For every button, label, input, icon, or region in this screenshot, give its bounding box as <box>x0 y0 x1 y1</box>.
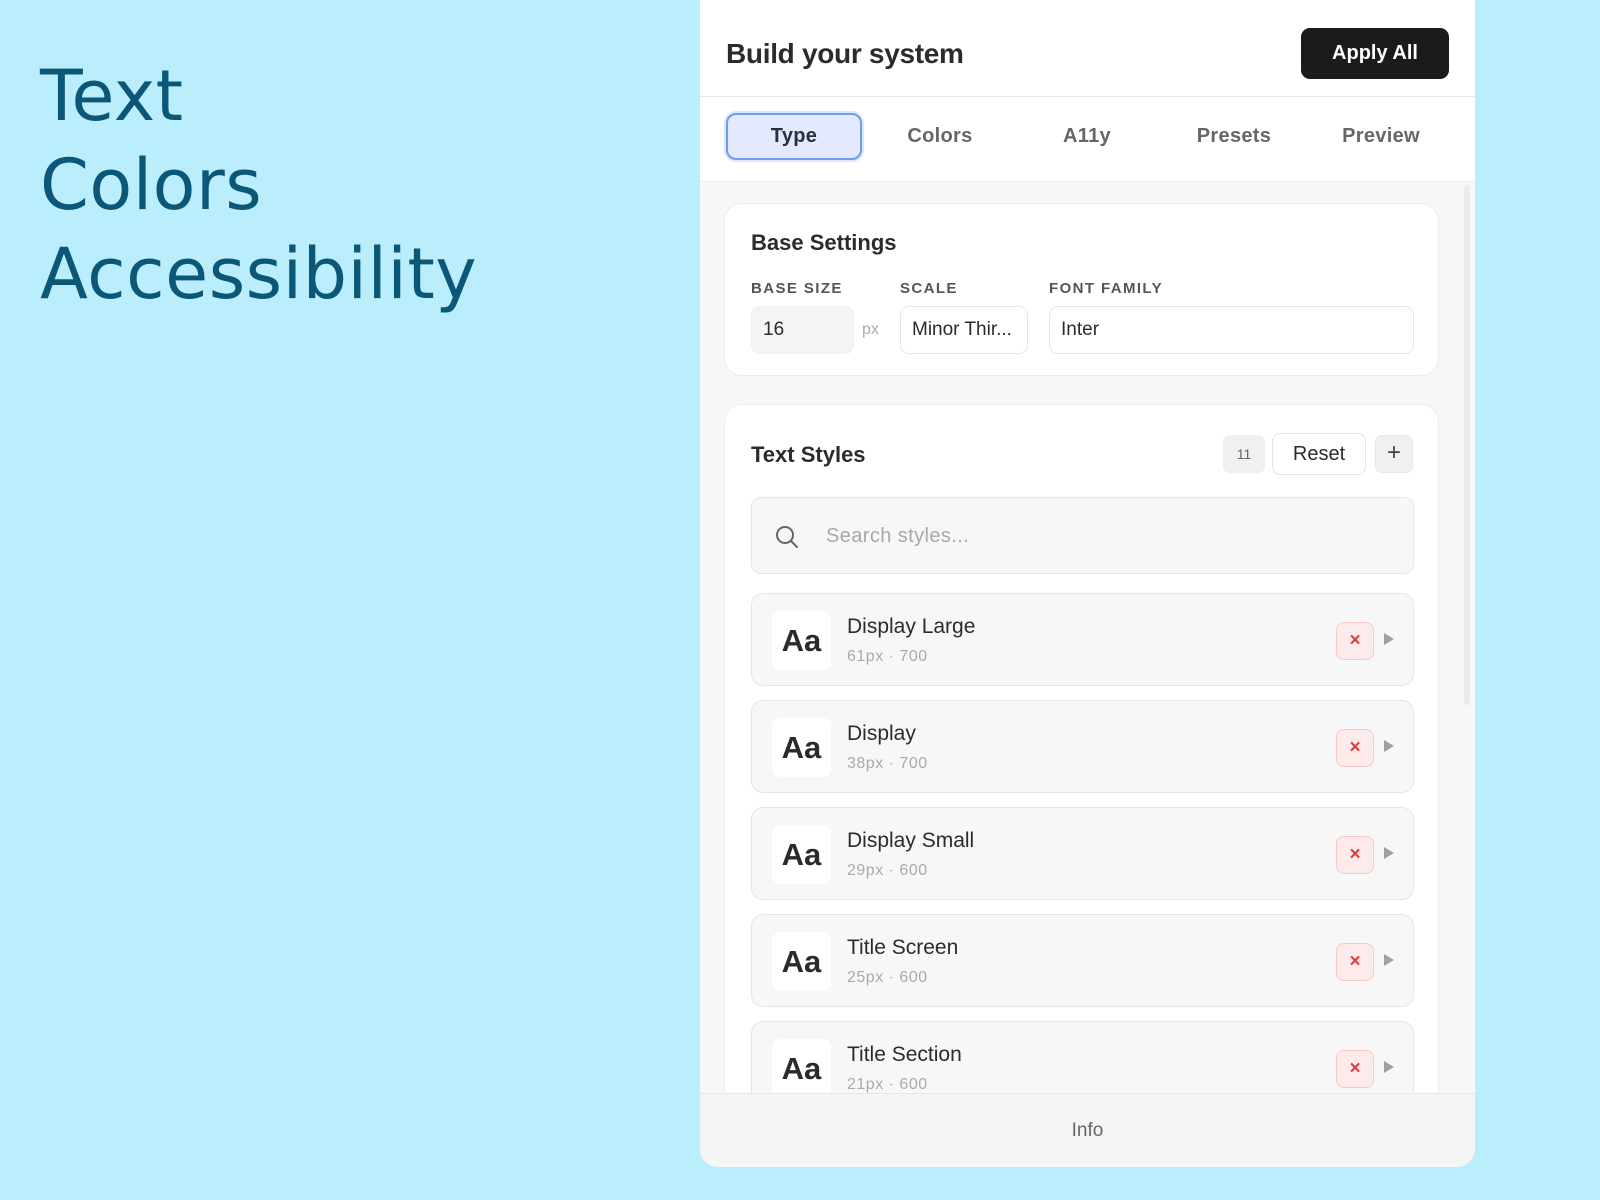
add-style-button[interactable]: + <box>1375 435 1413 473</box>
style-search <box>751 497 1414 574</box>
hero-text: Text Colors Accessibility <box>40 52 477 319</box>
hero-line-colors: Colors <box>40 144 263 226</box>
design-system-panel: Build your system Apply All Type Colors … <box>700 0 1475 1167</box>
style-meta: 61px · 700 <box>847 648 928 665</box>
scale-label: SCALE <box>900 280 958 297</box>
style-meta: 25px · 600 <box>847 969 928 986</box>
text-styles-card: Text Styles 11 Reset + Aa Display Large … <box>724 404 1439 1124</box>
expand-arrow-icon[interactable] <box>1384 633 1394 645</box>
expand-arrow-icon[interactable] <box>1384 1061 1394 1073</box>
style-row-display-large[interactable]: Aa Display Large 61px · 700 × <box>751 593 1414 686</box>
delete-style-button[interactable]: × <box>1336 943 1374 981</box>
scale-select[interactable]: Minor Thir... <box>900 306 1028 354</box>
base-size-label: BASE SIZE <box>751 280 843 297</box>
apply-all-button[interactable]: Apply All <box>1301 28 1449 79</box>
delete-style-button[interactable]: × <box>1336 622 1374 660</box>
delete-style-button[interactable]: × <box>1336 836 1374 874</box>
font-family-input[interactable] <box>1049 306 1414 354</box>
style-row-display[interactable]: Aa Display 38px · 700 × <box>751 700 1414 793</box>
style-preview: Aa <box>772 825 831 884</box>
hero-line-accessibility: Accessibility <box>40 233 478 315</box>
tab-bar: Type Colors A11y Presets Preview <box>700 97 1475 182</box>
tab-preview[interactable]: Preview <box>1313 113 1449 160</box>
base-size-input[interactable] <box>751 306 854 354</box>
reset-button[interactable]: Reset <box>1272 433 1366 475</box>
style-preview: Aa <box>772 718 831 777</box>
style-name: Title Section <box>847 1043 962 1066</box>
base-settings-title: Base Settings <box>751 230 897 255</box>
style-name: Title Screen <box>847 936 959 959</box>
delete-style-button[interactable]: × <box>1336 729 1374 767</box>
tab-type[interactable]: Type <box>726 113 862 160</box>
panel-header: Build your system Apply All <box>700 0 1475 97</box>
tab-a11y[interactable]: A11y <box>1019 113 1155 160</box>
style-name: Display <box>847 722 916 745</box>
style-preview: Aa <box>772 611 831 670</box>
expand-arrow-icon[interactable] <box>1384 847 1394 859</box>
font-family-label: FONT FAMILY <box>1049 280 1164 297</box>
scrollbar-thumb[interactable] <box>1464 185 1470 705</box>
tab-colors[interactable]: Colors <box>872 113 1008 160</box>
style-preview: Aa <box>772 932 831 991</box>
base-size-unit: px <box>862 321 879 338</box>
style-name: Display Large <box>847 615 976 638</box>
style-name: Display Small <box>847 829 975 852</box>
tab-presets[interactable]: Presets <box>1166 113 1302 160</box>
delete-style-button[interactable]: × <box>1336 1050 1374 1088</box>
style-meta: 29px · 600 <box>847 862 928 879</box>
search-input[interactable] <box>826 516 1386 556</box>
expand-arrow-icon[interactable] <box>1384 740 1394 752</box>
hero-line-text: Text <box>40 55 184 137</box>
info-footer[interactable]: Info <box>700 1093 1475 1167</box>
search-icon <box>776 526 798 548</box>
base-settings-card: Base Settings BASE SIZE px SCALE Minor T… <box>724 203 1439 376</box>
style-meta: 38px · 700 <box>847 755 928 772</box>
text-styles-title: Text Styles <box>751 442 866 467</box>
expand-arrow-icon[interactable] <box>1384 954 1394 966</box>
style-row-title-screen[interactable]: Aa Title Screen 25px · 600 × <box>751 914 1414 1007</box>
style-row-display-small[interactable]: Aa Display Small 29px · 600 × <box>751 807 1414 900</box>
style-meta: 21px · 600 <box>847 1076 928 1093</box>
style-count-badge: 11 <box>1223 435 1265 473</box>
style-preview: Aa <box>772 1039 831 1098</box>
panel-title: Build your system <box>726 38 964 69</box>
